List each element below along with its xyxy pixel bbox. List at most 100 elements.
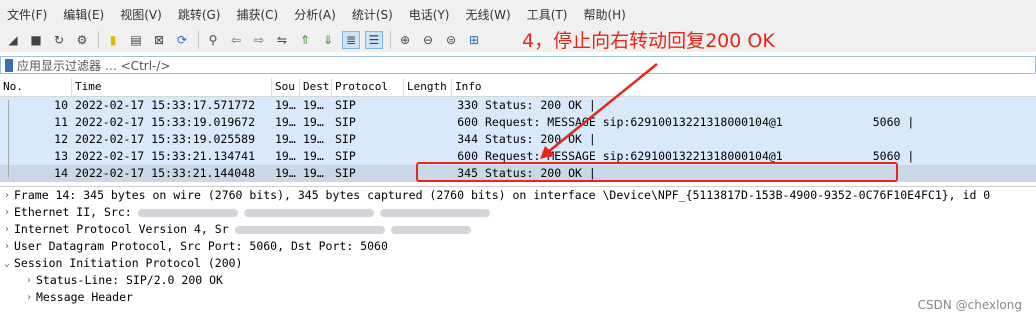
last-packet-icon[interactable]: ⇓ (319, 31, 337, 49)
reload-icon[interactable]: ⟳ (173, 31, 191, 49)
expand-arrow-icon[interactable]: › (0, 221, 14, 238)
menu-item[interactable]: 视图(V) (113, 6, 171, 23)
menu-item[interactable]: 无线(W) (459, 6, 520, 23)
bookmark-icon[interactable] (5, 58, 13, 72)
detail-status-line[interactable]: › Status-Line: SIP/2.0 200 OK (0, 272, 1036, 289)
detail-sip-text: Session Initiation Protocol (200) (14, 256, 243, 270)
cell-time: 2022-02-17 15:33:19.019672 (75, 115, 256, 129)
collapse-arrow-icon[interactable]: ⌄ (0, 255, 14, 272)
menu-item[interactable]: 工具(T) (520, 6, 577, 23)
expand-arrow-icon[interactable]: › (0, 204, 14, 221)
cell-no: 10 (54, 98, 68, 112)
cell-no: 12 (54, 132, 68, 146)
menu-item[interactable]: 编辑(E) (56, 6, 113, 23)
cell-info: Request: MESSAGE sip:6291001322131800010… (485, 115, 915, 129)
display-filter-input[interactable]: 应用显示过滤器 … <Ctrl-/> (17, 57, 170, 74)
go-to-packet-icon[interactable]: ⇋ (273, 31, 291, 49)
close-file-icon[interactable]: ⊠ (150, 31, 168, 49)
column-header-destination[interactable]: Dest (300, 78, 332, 96)
column-header-length[interactable]: Length (404, 78, 452, 96)
cell-protocol: SIP (335, 98, 356, 112)
menu-bar: 文件(F) 编辑(E) 视图(V) 跳转(G) 捕获(C) 分析(A) 统计(S) 电话(Y)… (0, 0, 1036, 28)
detail-ip[interactable]: › Internet Protocol Version 4, Sr (0, 221, 1036, 238)
restart-icon[interactable]: ↻ (50, 31, 68, 49)
packet-row[interactable]: 12 2022-02-17 15:33:19.025589 19… 19… SIP 344… (0, 131, 1036, 148)
expand-arrow-icon[interactable]: › (22, 272, 36, 289)
cell-no: 14 (54, 166, 68, 180)
first-packet-icon[interactable]: ⇑ (296, 31, 314, 49)
expand-arrow-icon[interactable]: › (0, 238, 14, 255)
cell-info: Status: 200 OK | (485, 132, 596, 146)
cell-destination: 19… (303, 166, 324, 180)
cell-destination: 19… (303, 115, 324, 129)
cell-no: 13 (54, 149, 68, 163)
column-header-time[interactable]: Time (72, 78, 272, 96)
autoscroll-icon[interactable]: ≣ (342, 31, 360, 49)
column-header-no[interactable]: No. (0, 78, 72, 96)
cell-source: 19… (275, 115, 296, 129)
colorize-icon[interactable]: ☰ (365, 31, 383, 49)
detail-udp[interactable]: › User Datagram Protocol, Src Port: 5060… (0, 238, 1036, 255)
zoom-in-icon[interactable]: ⊕ (396, 31, 414, 49)
detail-frame-text: Frame 14: 345 bytes on wire (2760 bits),… (14, 188, 991, 202)
cell-source: 19… (275, 132, 296, 146)
detail-ethernet-text: Ethernet II, Src: (14, 205, 132, 219)
menu-item[interactable]: 文件(F) (0, 6, 56, 23)
go-forward-icon[interactable]: ⇨ (250, 31, 268, 49)
cell-source: 19… (275, 149, 296, 163)
main-toolbar: ◢ ■ ↻ ⚙ ▮ ▤ ⊠ ⟳ ⚲ ⇦ ⇨ ⇋ ⇑ ⇓ ≣ ☰ ⊕ ⊖ ⊜ ⊞ (0, 28, 1036, 52)
cell-no: 11 (54, 115, 68, 129)
cell-protocol: SIP (335, 166, 356, 180)
watermark: CSDN @chexlong (917, 298, 1022, 312)
menu-item[interactable]: 帮助(H) (576, 6, 634, 23)
cell-length: 600 (457, 115, 478, 129)
packet-details[interactable]: › Frame 14: 345 bytes on wire (2760 bits… (0, 186, 1036, 321)
detail-ip-text: Internet Protocol Version 4, Sr (14, 222, 229, 236)
detail-udp-text: User Datagram Protocol, Src Port: 5060, … (14, 239, 388, 253)
toolbar-separator (390, 31, 391, 49)
normal-size-icon[interactable]: ⊜ (442, 31, 460, 49)
packet-list-header: No. Time Sou Dest Protocol Length Info (0, 78, 1036, 97)
redacted-blur (379, 208, 490, 217)
cell-protocol: SIP (335, 149, 356, 163)
detail-message-header-text: Message Header (36, 290, 133, 304)
expand-arrow-icon[interactable]: › (0, 187, 14, 204)
resize-columns-icon[interactable]: ⊞ (465, 31, 483, 49)
zoom-out-icon[interactable]: ⊖ (419, 31, 437, 49)
detail-ethernet[interactable]: › Ethernet II, Src: (0, 204, 1036, 221)
packet-row[interactable]: 11 2022-02-17 15:33:19.019672 19… 19… SIP 600… (0, 114, 1036, 131)
cell-destination: 19… (303, 98, 324, 112)
open-file-icon[interactable]: ▮ (104, 31, 122, 49)
packet-row[interactable]: 10 2022-02-17 15:33:17.571772 19… 19… SIP 330… (0, 97, 1036, 114)
highlight-box (416, 162, 898, 182)
annotation-text: 4，停止向右转动回复200 OK (522, 30, 775, 52)
conversation-line (8, 100, 9, 178)
menu-item[interactable]: 分析(A) (287, 6, 345, 23)
detail-frame[interactable]: › Frame 14: 345 bytes on wire (2760 bits… (0, 187, 1036, 204)
detail-sip[interactable]: ⌄ Session Initiation Protocol (200) (0, 255, 1036, 272)
column-header-protocol[interactable]: Protocol (332, 78, 404, 96)
stop-icon[interactable]: ■ (27, 31, 45, 49)
display-filter-bar[interactable]: 应用显示过滤器 … <Ctrl-/> (0, 56, 1036, 74)
options-icon[interactable]: ⚙ (73, 31, 91, 49)
cell-length: 330 (457, 98, 478, 112)
toolbar-separator (198, 31, 199, 49)
cell-length: 344 (457, 132, 478, 146)
cell-destination: 19… (303, 132, 324, 146)
toolbar-separator (98, 31, 99, 49)
find-icon[interactable]: ⚲ (204, 31, 222, 49)
go-back-icon[interactable]: ⇦ (227, 31, 245, 49)
save-icon[interactable]: ▤ (127, 31, 145, 49)
menu-item[interactable]: 跳转(G) (171, 6, 230, 23)
expand-arrow-icon[interactable]: › (22, 289, 36, 306)
cell-info: Status: 200 OK | (485, 98, 596, 112)
detail-message-header[interactable]: › Message Header (0, 289, 1036, 306)
menu-item[interactable]: 电话(Y) (402, 6, 459, 23)
menu-item[interactable]: 统计(S) (345, 6, 402, 23)
menu-item[interactable]: 捕获(C) (229, 6, 287, 23)
cell-protocol: SIP (335, 132, 356, 146)
column-header-info[interactable]: Info (452, 78, 1036, 96)
redacted-blur (234, 225, 385, 234)
column-header-source[interactable]: Sou (272, 78, 300, 96)
fin-icon[interactable]: ◢ (4, 31, 22, 49)
